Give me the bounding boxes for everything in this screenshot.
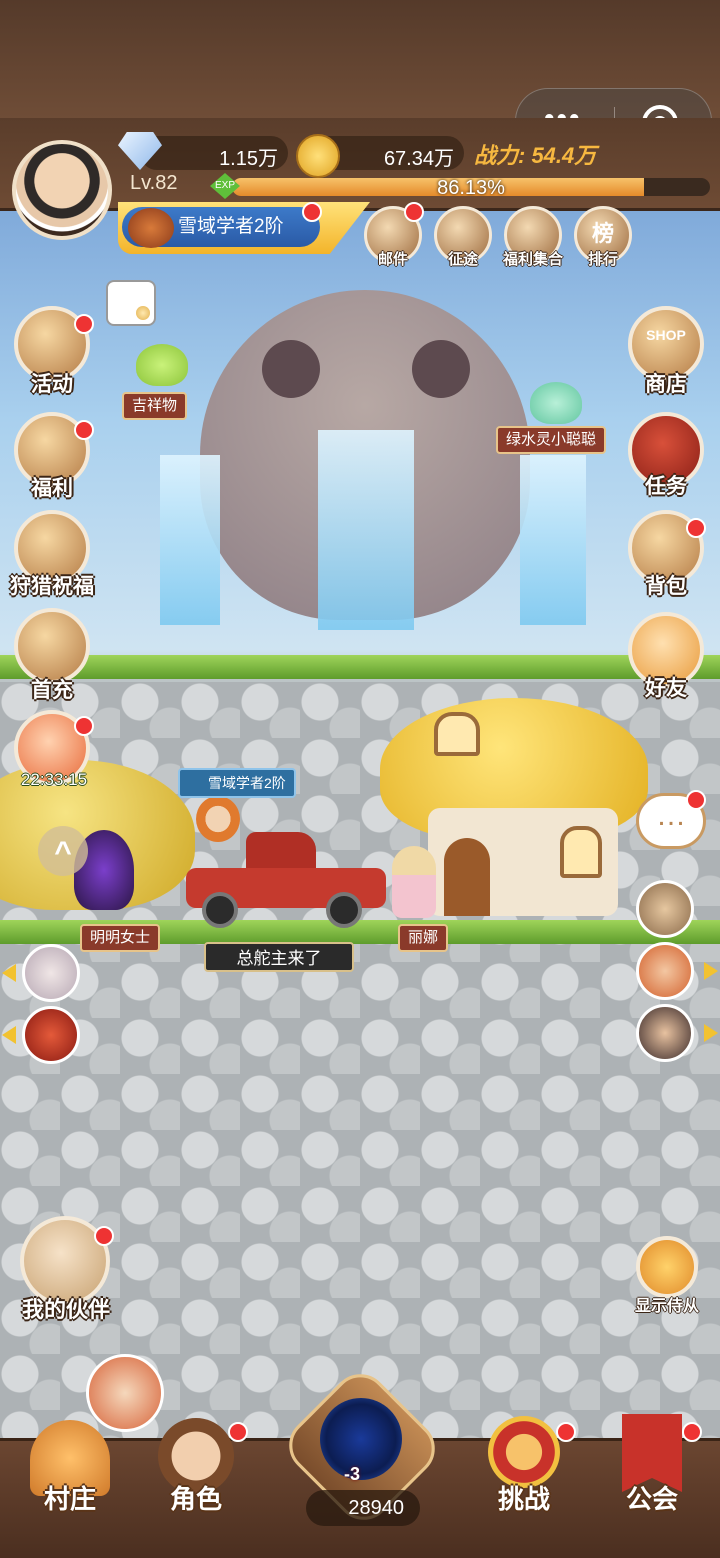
lady-nametag: 明明女士 (80, 924, 161, 952)
title-notification-dot (302, 202, 322, 222)
exp-percent: 86.13% (437, 178, 505, 196)
reindeer-icon (128, 208, 174, 248)
treasure-icon[interactable] (14, 608, 90, 684)
top-menu-label: 排行 (587, 251, 618, 268)
lina-nametag: 丽娜 (398, 924, 449, 952)
hero-title-tag: 雪域学者2阶 (178, 768, 296, 798)
mushroom-house-door[interactable] (444, 838, 490, 916)
challenge-star-icon (488, 1416, 560, 1488)
gold-value: 67.34万 (383, 148, 454, 170)
show-followers-label: 显示侍从 (634, 1298, 699, 1315)
right-menu-label: 商店 (645, 373, 687, 396)
event-notification-dot (74, 716, 94, 736)
mail-notification-dot (404, 202, 424, 222)
arrow-right-icon (704, 962, 718, 980)
combat-power: 战力: 54.4万 (474, 143, 597, 168)
follower-toggle-icon[interactable] (636, 1236, 698, 1298)
top-menu-label: 邮件 (377, 251, 408, 268)
mountain-eye-left (262, 340, 320, 398)
player-avatar[interactable] (12, 140, 112, 240)
chat-message: 总舵主来了 (204, 942, 354, 972)
activity-notification-dot (74, 314, 94, 334)
left-menu-label: 福利 (31, 477, 73, 500)
mascot-nametag: 吉祥物 (122, 392, 188, 420)
challenge-notification-dot (556, 1422, 576, 1442)
arrow-right-icon (704, 1024, 718, 1042)
mascot-slime[interactable] (136, 344, 188, 386)
top-menu-label: 福利集合 (502, 251, 563, 268)
green-slime-npc[interactable] (530, 382, 582, 424)
red-truck[interactable] (186, 832, 386, 928)
right-menu-label: 背包 (645, 575, 687, 598)
chevron-up-icon[interactable]: ^ (38, 826, 88, 876)
truck-wheel (326, 892, 362, 928)
game-screen: ••• 1.15万 67.34万 战力: 54.4万 Lv.82 86.13% … (0, 0, 720, 1558)
gold-coin-icon (296, 134, 340, 178)
hint-bubble[interactable] (106, 280, 156, 326)
exp-bar: 86.13% (232, 178, 710, 196)
waterfall-center (318, 430, 414, 630)
arrow-left-icon (2, 964, 16, 982)
waterfall-left (160, 455, 220, 625)
follower-avatar[interactable] (636, 1004, 694, 1062)
mushroom-house-window (434, 712, 480, 756)
welfare-notification-dot (74, 420, 94, 440)
nav-label: 挑战 (497, 1484, 550, 1514)
player-level: Lv.82 (130, 172, 178, 194)
mountain-eye-right (412, 340, 470, 398)
left-menu-label: 首充 (31, 679, 73, 702)
right-menu-label: 任务 (645, 475, 687, 498)
lina-npc[interactable] (392, 846, 436, 918)
green-slime-nametag: 绿水灵小聪聪 (496, 426, 607, 454)
waterfall-right (520, 455, 586, 625)
meat-counter: 28940 (306, 1490, 420, 1526)
vortex-icon[interactable] (320, 1398, 402, 1480)
diamond-value: 1.15万 (219, 148, 278, 170)
player-character[interactable] (196, 796, 240, 842)
backpack-notification-dot (686, 518, 706, 538)
guild-notification-dot (682, 1422, 702, 1442)
character-notification-dot (228, 1422, 248, 1442)
left-menu-label: 狩猎祝福 (10, 575, 94, 598)
follower-avatar[interactable] (636, 942, 694, 1000)
top-menu-label: 征途 (447, 251, 478, 268)
partner-notification-dot (94, 1226, 114, 1246)
chat-notification-dot (686, 790, 706, 810)
follower-avatar[interactable] (22, 944, 80, 1002)
nav-label: 村庄 (43, 1484, 96, 1514)
left-menu-label: 活动 (31, 373, 73, 396)
nav-label: 角色 (169, 1484, 222, 1514)
portal-cost: -3 (344, 1464, 361, 1484)
follower-avatar[interactable] (636, 880, 694, 938)
nav-label: 公会 (625, 1484, 678, 1514)
partner-label: 我的伙伴 (21, 1297, 110, 1322)
arrow-left-icon (2, 1026, 16, 1044)
follower-avatar[interactable] (22, 1006, 80, 1064)
nav-village[interactable]: 村庄 (10, 1410, 130, 1530)
mushroom-house-window (560, 826, 602, 878)
truck-wheel (202, 892, 238, 928)
event-timer: 22:33:15 (20, 770, 88, 789)
diamond-counter[interactable]: 1.15万 (140, 136, 288, 170)
right-menu-label: 好友 (645, 677, 687, 700)
